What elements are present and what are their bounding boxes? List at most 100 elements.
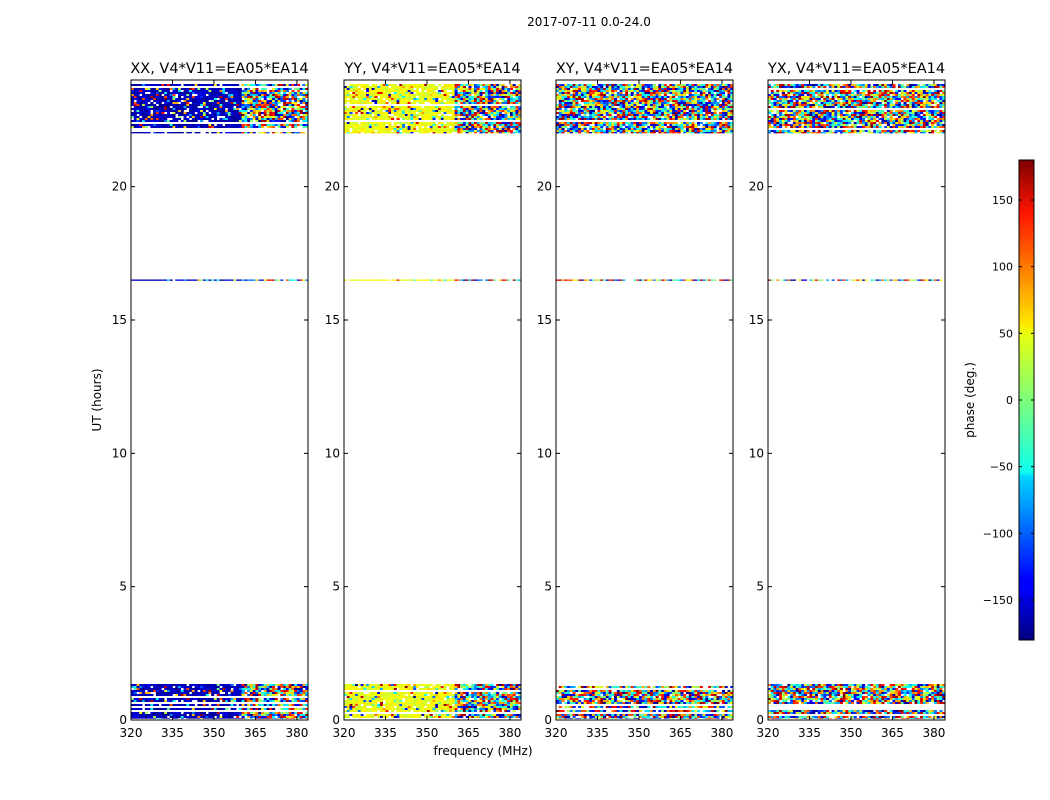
heatmap-cell (233, 96, 237, 98)
heatmap-cell (355, 110, 359, 112)
heatmap-cell (200, 92, 204, 94)
heatmap-cell (172, 712, 176, 714)
heatmap-cell (485, 84, 489, 86)
heatmap-cell (487, 112, 491, 114)
heatmap-cell (371, 706, 375, 708)
heatmap-cell (249, 132, 253, 134)
heatmap-cell (652, 694, 656, 696)
heatmap-cell (597, 690, 601, 692)
heatmap-cell (379, 694, 384, 696)
heatmap-cell (429, 716, 433, 718)
heatmap-cell (213, 714, 218, 716)
heatmap-cell (194, 279, 198, 281)
heatmap-cell (355, 688, 359, 690)
heatmap-cell (697, 706, 701, 708)
heatmap-cell (724, 698, 728, 700)
heatmap-cell (238, 684, 242, 686)
heatmap-cell (296, 279, 301, 281)
heatmap-cell (460, 88, 464, 90)
heatmap-cell (605, 692, 609, 694)
heatmap-cell (155, 684, 159, 686)
heatmap-cell (189, 94, 193, 96)
heatmap-cell (404, 714, 408, 716)
heatmap-cell (727, 700, 731, 702)
heatmap-cell (299, 694, 303, 696)
heatmap-cell (457, 692, 461, 694)
heatmap-cell (446, 122, 450, 124)
heatmap-cell (507, 96, 511, 98)
heatmap-cell (374, 114, 378, 116)
heatmap-cell (501, 88, 505, 90)
heatmap-cell (564, 698, 568, 700)
heatmap-cell (296, 90, 301, 92)
heatmap-cell (603, 710, 607, 712)
heatmap-cell (471, 118, 475, 120)
heatmap-cell (561, 700, 565, 702)
heatmap-cell (402, 100, 406, 102)
heatmap-cell (413, 702, 417, 704)
heatmap-cell (172, 98, 176, 100)
heatmap-cell (473, 100, 478, 102)
heatmap-cell (413, 110, 417, 112)
heatmap-cell (172, 110, 176, 112)
heatmap-cell (222, 698, 226, 700)
heatmap-cell (233, 120, 237, 122)
heatmap-cell (591, 686, 596, 688)
heatmap-cell (496, 708, 500, 710)
heatmap-cell (200, 690, 204, 692)
heatmap-cell (371, 126, 375, 128)
heatmap-cell (446, 110, 450, 112)
heatmap-cell (393, 702, 397, 704)
heatmap-cell (189, 116, 193, 118)
heatmap-cell (515, 132, 519, 134)
heatmap-cell (457, 716, 461, 718)
heatmap-cell (454, 128, 458, 130)
heatmap-cell (288, 102, 292, 104)
heatmap-cell (205, 700, 209, 702)
heatmap-cell (432, 702, 436, 704)
heatmap-cell (368, 692, 372, 694)
heatmap-cell (379, 122, 384, 124)
heatmap-cell (346, 94, 350, 96)
heatmap-cell (512, 126, 516, 128)
heatmap-cell (166, 686, 171, 688)
heatmap-cell (633, 694, 637, 696)
heatmap-cell (158, 718, 162, 719)
heatmap-cell (249, 98, 253, 100)
heatmap-cell (451, 116, 455, 118)
heatmap-cell (189, 98, 193, 100)
heatmap-cell (208, 106, 212, 108)
heatmap-cell (296, 118, 301, 120)
y-tick-label: 5 (119, 580, 127, 594)
heatmap-cell (496, 122, 500, 124)
heatmap-cell (479, 279, 483, 281)
heatmap-cell (258, 104, 262, 106)
heatmap-cell (147, 114, 151, 116)
heatmap-cell (155, 110, 159, 112)
heatmap-cell (247, 118, 251, 120)
heatmap-cell (482, 700, 486, 702)
heatmap-cell (189, 96, 193, 98)
heatmap-cell (493, 696, 497, 698)
heatmap-cell (357, 704, 361, 706)
heatmap-cell (285, 116, 289, 118)
heatmap-cell (471, 96, 475, 98)
heatmap-cell (266, 84, 270, 86)
heatmap-cell (222, 96, 226, 98)
heatmap-cell (139, 698, 143, 700)
heatmap-cell (432, 710, 436, 712)
heatmap-cell (473, 102, 478, 104)
heatmap-cell (471, 110, 475, 112)
heatmap-cell (426, 124, 431, 126)
heatmap-cell (454, 686, 458, 688)
heatmap-cell (142, 120, 146, 122)
heatmap-cell (429, 92, 433, 94)
heatmap-cell (454, 698, 458, 700)
heatmap-cell (205, 90, 209, 92)
heatmap-cell (636, 686, 640, 688)
heatmap-cell (641, 686, 645, 688)
heatmap-cell (625, 696, 629, 698)
heatmap-cell (487, 684, 491, 686)
heatmap-cell (496, 684, 500, 686)
heatmap-cell (166, 694, 171, 696)
